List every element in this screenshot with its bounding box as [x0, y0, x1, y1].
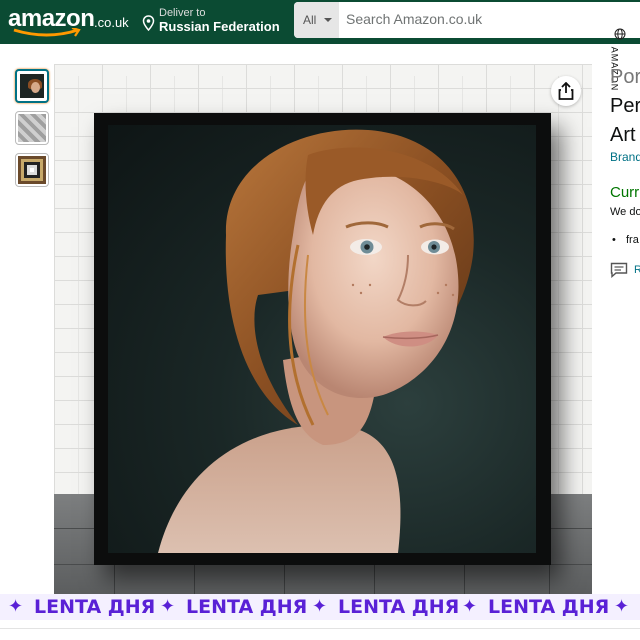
thumbnail-frames[interactable] [15, 153, 49, 187]
availability-note: We do [610, 206, 640, 218]
availability-status: Curr [610, 184, 640, 201]
portrait-illustration [158, 129, 474, 553]
search-input[interactable]: Search Amazon.co.uk [346, 11, 482, 27]
product-title-line-2: Per [610, 95, 640, 117]
banner-text: LENTA ДНЯ [488, 596, 610, 618]
search-category-dropdown[interactable]: All [294, 2, 339, 38]
globe-icon [614, 28, 626, 40]
location-pin-icon [142, 15, 155, 31]
share-button[interactable] [551, 76, 581, 106]
thumbnail-portrait-image [20, 74, 44, 98]
deliver-location: Russian Federation [159, 19, 280, 34]
report-link[interactable]: R [610, 262, 640, 280]
caret-down-icon [324, 18, 332, 22]
amazon-product-page: amazon .co.uk Deliver to Russian Federat… [0, 0, 640, 640]
share-icon [558, 82, 574, 100]
deliver-to-location[interactable]: Deliver to Russian Federation [142, 6, 282, 38]
product-details-panel: Por Per Art Brand Curr We do fra R [600, 64, 640, 584]
separator-star: ✦ [160, 596, 176, 616]
banner-text: LENTA ДНЯ [186, 596, 308, 618]
report-link-text: R [634, 264, 640, 276]
comment-icon [610, 262, 628, 279]
separator-star: ✦ [8, 596, 24, 616]
search-bar: All Search Amazon.co.uk [294, 2, 640, 38]
deliver-label: Deliver to [159, 7, 206, 19]
logo-domain: .co.uk [94, 15, 129, 30]
banner-text: LENTA ДНЯ [34, 596, 156, 618]
feature-bullet-text: fra [626, 234, 639, 246]
separator-star: ✦ [312, 596, 328, 616]
separator-star: ✦ [614, 596, 630, 616]
product-title-line-3: Art [610, 124, 636, 146]
top-nav-bar: amazon .co.uk Deliver to Russian Federat… [0, 0, 640, 44]
amazon-logo[interactable]: amazon .co.uk [8, 4, 130, 38]
product-title-line-1: Por [610, 66, 640, 88]
smile-arrow-icon [13, 28, 81, 37]
thumbnail-portrait[interactable] [15, 69, 49, 103]
framed-print [94, 113, 551, 565]
main-product-image[interactable] [54, 64, 592, 596]
watermark-banner: ✦ LENTA ДНЯ ✦ LENTA ДНЯ ✦ LENTA ДНЯ ✦ LE… [0, 594, 640, 620]
separator-star: ✦ [462, 596, 478, 616]
thumbnail-room-image [18, 114, 46, 142]
portrait-artwork [108, 125, 536, 553]
brand-link[interactable]: Brand [610, 150, 640, 164]
thumbnail-room[interactable] [15, 111, 49, 145]
divider [0, 628, 640, 629]
search-category-label: All [303, 13, 317, 27]
banner-text: LENTA ДНЯ [338, 596, 460, 618]
thumbnail-frames-image [18, 156, 46, 184]
